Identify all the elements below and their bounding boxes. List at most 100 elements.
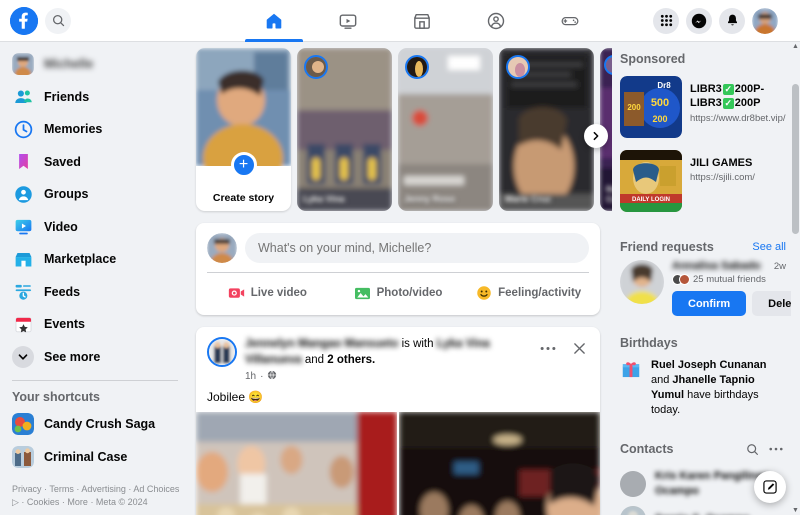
scroll-up-arrow[interactable]: ▲ xyxy=(791,42,800,51)
birthday-name-1[interactable]: Ruel Joseph Cunanan xyxy=(651,359,767,371)
post-close-button[interactable] xyxy=(568,337,590,359)
composer-input[interactable] xyxy=(245,233,589,263)
create-story-plus-icon[interactable]: + xyxy=(231,152,257,178)
post-timestamp-row: 1h · xyxy=(245,370,539,383)
messenger-button[interactable] xyxy=(686,8,712,34)
shortcut-item-criminal-case[interactable]: Criminal Case xyxy=(6,440,184,473)
confirm-button[interactable]: Confirm xyxy=(672,291,746,316)
post-more-options-button[interactable] xyxy=(537,337,559,359)
friend-request-top: Annalisa Sabado 2w xyxy=(672,260,786,272)
search-icon xyxy=(746,443,759,456)
post-others-count[interactable]: 2 others. xyxy=(327,354,375,366)
story-author-avatar xyxy=(405,55,429,79)
friend-requests-see-all[interactable]: See all xyxy=(752,241,786,253)
sidebar-label-marketplace: Marketplace xyxy=(44,252,116,266)
notifications-button[interactable] xyxy=(719,8,745,34)
create-story-card[interactable]: + Create story xyxy=(196,48,291,211)
composer-avatar[interactable] xyxy=(207,233,237,263)
live-video-icon xyxy=(228,286,245,300)
composer-actions: Live video Photo/video xyxy=(196,273,600,315)
facebook-app: Michelle Friends xyxy=(0,0,800,515)
chevron-right-icon xyxy=(591,131,601,141)
post-author-avatar[interactable] xyxy=(207,337,237,367)
birthday-item[interactable]: Ruel Joseph Cunanan and Jhanelle Tapnio … xyxy=(616,356,790,419)
scrollbar-thumb[interactable] xyxy=(792,84,799,234)
photo-video-button[interactable]: Photo/video xyxy=(333,278,464,308)
story-card[interactable]: Lyka Vina xyxy=(297,48,392,211)
sidebar-item-see-more[interactable]: See more xyxy=(6,341,184,374)
shortcut-label-criminal-case: Criminal Case xyxy=(44,450,127,464)
sidebar-label-see-more: See more xyxy=(44,350,100,364)
sidebar-label-friends: Friends xyxy=(44,90,89,104)
bell-icon xyxy=(725,13,740,28)
right-sidebar: Sponsored 500 200 200 Dr8 LIBR3 xyxy=(612,42,800,515)
feeling-activity-label: Feeling/activity xyxy=(498,287,581,299)
sidebar-item-feeds[interactable]: Feeds xyxy=(6,276,184,309)
footer-links-line2[interactable]: ▷ · Cookies · More · Meta © 2024 xyxy=(12,497,148,507)
search-button[interactable] xyxy=(45,8,71,34)
friend-request-body: Annalisa Sabado 2w 25 mutual friends Con… xyxy=(672,260,786,316)
scroll-down-arrow[interactable]: ▼ xyxy=(791,506,800,515)
contact-avatar xyxy=(620,506,646,515)
post-time[interactable]: 1h xyxy=(245,371,256,382)
friend-requests-header: Friend requests See all xyxy=(616,236,790,260)
memories-icon xyxy=(12,118,34,140)
marketplace-icon xyxy=(12,248,34,270)
nav-tab-gaming[interactable] xyxy=(533,0,607,42)
post-photo[interactable] xyxy=(196,412,397,515)
shortcut-item-candy-crush[interactable]: Candy Crush Saga xyxy=(6,408,184,441)
menu-grid-button[interactable] xyxy=(653,8,679,34)
page-scrollbar[interactable]: ▲ ▼ xyxy=(791,42,800,515)
contact-item[interactable]: Sergio S. Ocampo xyxy=(616,502,790,515)
sidebar-label-saved: Saved xyxy=(44,155,81,169)
friend-request-name[interactable]: Annalisa Sabado xyxy=(672,260,761,272)
sponsored-ad[interactable]: DAILY LOGIN JILI GAMES https://sjili.com… xyxy=(616,146,790,216)
contacts-header-icons xyxy=(742,439,786,459)
more-options-icon xyxy=(540,346,556,351)
sidebar-item-marketplace[interactable]: Marketplace xyxy=(6,243,184,276)
friend-request-avatar[interactable] xyxy=(620,260,664,304)
gaming-icon xyxy=(560,11,580,31)
nav-tab-home[interactable] xyxy=(237,0,311,42)
contacts-more-button[interactable] xyxy=(766,439,786,459)
nav-tab-marketplace[interactable] xyxy=(385,0,459,42)
sidebar-item-friends[interactable]: Friends xyxy=(6,81,184,114)
nav-tab-groups[interactable] xyxy=(459,0,533,42)
feeling-activity-button[interactable]: Feeling/activity xyxy=(463,278,594,308)
sidebar-item-groups[interactable]: Groups xyxy=(6,178,184,211)
compose-message-button[interactable] xyxy=(754,471,786,503)
friend-requests-title: Friend requests xyxy=(620,240,714,254)
sidebar-item-memories[interactable]: Memories xyxy=(6,113,184,146)
ad-title-part4: 200P xyxy=(735,96,761,110)
ad-title: LIBR3 200P- LIBR3 200P xyxy=(690,82,786,111)
sidebar-item-events[interactable]: Events xyxy=(6,308,184,341)
friend-request-item: Annalisa Sabado 2w 25 mutual friends Con… xyxy=(616,260,790,316)
contacts-search-button[interactable] xyxy=(742,439,762,459)
footer-links-line1[interactable]: Privacy · Terms · Advertising · Ad Choic… xyxy=(12,484,179,494)
friend-request-mutual: 25 mutual friends xyxy=(672,274,786,285)
live-video-button[interactable]: Live video xyxy=(202,278,333,308)
sidebar-item-profile[interactable]: Michelle xyxy=(6,48,184,81)
post-header: Jennelyn Mangao Mansueto is with Lyka Vi… xyxy=(196,327,600,383)
sidebar-label-groups: Groups xyxy=(44,187,88,201)
mutual-friends-text: 25 mutual friends xyxy=(693,274,766,285)
facebook-logo-icon[interactable] xyxy=(10,7,38,35)
stories-next-button[interactable] xyxy=(584,124,608,148)
post-header-actions xyxy=(537,337,590,359)
main-feed: + Create story xyxy=(190,42,612,515)
ad-title-part2: 200P- xyxy=(735,82,764,96)
nav-tab-video[interactable] xyxy=(311,0,385,42)
sponsored-ad[interactable]: 500 200 200 Dr8 LIBR3 200P- LIBR3 200 xyxy=(616,72,790,142)
story-card[interactable]: Jenny Roso xyxy=(398,48,493,211)
sidebar-item-video[interactable]: Video xyxy=(6,211,184,244)
post-photo[interactable] xyxy=(399,412,600,515)
birthdays-title: Birthdays xyxy=(616,332,790,356)
friends-icon xyxy=(12,86,34,108)
account-avatar[interactable] xyxy=(752,8,778,34)
ad-url: https://www.dr8bet.vip/ xyxy=(690,113,786,124)
sidebar-label-events: Events xyxy=(44,317,85,331)
globe-icon xyxy=(267,370,277,383)
story-card[interactable]: Marie Cruz xyxy=(499,48,594,211)
sidebar-item-saved[interactable]: Saved xyxy=(6,146,184,179)
feeling-icon xyxy=(476,285,492,301)
